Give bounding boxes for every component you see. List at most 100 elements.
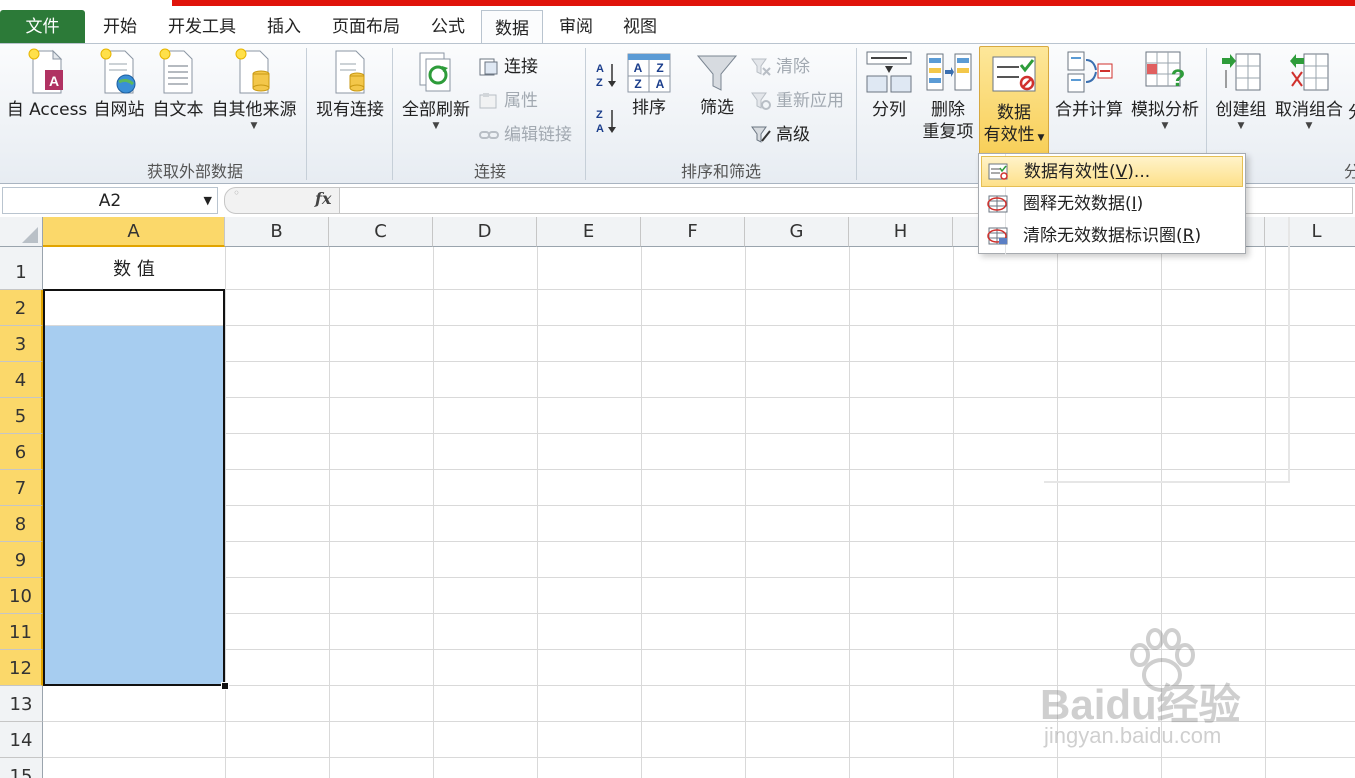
baidu-watermark: Baidu经验 jingyan.baidu.com	[1040, 628, 1340, 765]
svg-text:A: A	[596, 123, 604, 135]
sort-descending-button[interactable]: ZA	[594, 106, 618, 140]
row-header-1[interactable]: 1	[0, 247, 43, 290]
sort-ascending-button[interactable]: AZ	[594, 60, 618, 94]
menu-label-text: )...	[1127, 162, 1151, 182]
svg-text:Z: Z	[596, 109, 603, 121]
text-to-columns-button[interactable]: 分列	[862, 48, 916, 121]
from-text-button[interactable]: 自文本	[149, 48, 207, 121]
column-header-f[interactable]: F	[641, 217, 745, 247]
resize-handle-icon[interactable]: ◦	[233, 186, 240, 200]
tab-formulas[interactable]: 公式	[420, 14, 476, 42]
row-header-11[interactable]: 11	[0, 614, 43, 650]
row-header-5[interactable]: 5	[0, 398, 43, 434]
tab-home[interactable]: 开始	[92, 14, 148, 42]
filter-funnel-icon	[696, 55, 738, 91]
sort-button[interactable]: A Z Z A 排序	[622, 52, 676, 119]
text-file-icon	[159, 48, 193, 94]
tab-insert[interactable]: 插入	[256, 14, 312, 42]
row-header-13[interactable]: 13	[0, 686, 43, 722]
chevron-down-icon: ▼	[1034, 133, 1045, 143]
connections-icon	[479, 58, 498, 76]
ungroup-button[interactable]: 取消组合 ▼	[1272, 48, 1346, 131]
consolidate-button[interactable]: 合并计算	[1052, 48, 1126, 121]
svg-text:A: A	[49, 73, 59, 89]
row-header-12[interactable]: 12	[0, 650, 43, 686]
column-header-e[interactable]: E	[537, 217, 641, 247]
data-validation-label-2: 有效性	[983, 125, 1035, 145]
group-separator	[306, 48, 307, 180]
select-all-corner[interactable]	[0, 217, 43, 247]
edit-links-button: 编辑链接	[478, 124, 572, 146]
svg-text:Z: Z	[634, 77, 641, 91]
existing-connections-button[interactable]: 现有连接	[312, 48, 388, 121]
what-if-analysis-button[interactable]: ? 模拟分析 ▼	[1128, 48, 1202, 131]
row-header-15[interactable]: 15	[0, 758, 43, 778]
row-header-8[interactable]: 8	[0, 506, 43, 542]
insert-function-button[interactable]: fx	[315, 189, 331, 208]
tab-page-layout[interactable]: 页面布局	[320, 14, 412, 42]
menu-item-data-validation[interactable]: 数据有效性(V)...	[981, 156, 1243, 187]
chevron-down-icon: ▼	[1305, 121, 1313, 131]
row-header-2[interactable]: 2	[0, 290, 43, 326]
ribbon-tab-bar: 文件 开始 开发工具 插入 页面布局 公式 数据 审阅 视图	[0, 6, 1355, 47]
selection-fill	[45, 326, 223, 684]
menu-label-text: )	[1194, 226, 1202, 246]
row-header-14[interactable]: 14	[0, 722, 43, 758]
group-button[interactable]: 创建组 ▼	[1212, 48, 1270, 131]
formula-tools: ◦ fx	[224, 186, 340, 214]
gridline	[641, 247, 642, 778]
reapply-label: 重新应用	[776, 91, 844, 111]
what-if-icon: ?	[1145, 51, 1186, 92]
row-header-7[interactable]: 7	[0, 470, 43, 506]
clear-filter-button: 清除	[750, 56, 810, 78]
tab-developer[interactable]: 开发工具	[156, 14, 248, 42]
menu-item-circle-invalid-data[interactable]: 圈释无效数据(I)	[981, 189, 1243, 220]
column-header-c[interactable]: C	[329, 217, 433, 247]
group-label-connections: 连接	[473, 162, 506, 181]
column-header-b[interactable]: B	[225, 217, 329, 247]
data-validation-button[interactable]: 数据 有效性 ▼	[979, 46, 1049, 156]
menu-item-clear-validation-circles[interactable]: 清除无效数据标识圈(R)	[981, 221, 1243, 252]
column-header-g[interactable]: G	[745, 217, 849, 247]
refresh-icon	[419, 52, 451, 92]
column-header-h[interactable]: H	[849, 217, 953, 247]
from-other-sources-button[interactable]: 自其他来源 ▼	[208, 48, 300, 131]
selection-range-a2-a12[interactable]	[43, 289, 225, 686]
advanced-filter-button[interactable]: 高级	[750, 124, 810, 146]
group-label-outline-partial: 分	[1343, 162, 1355, 181]
from-access-button[interactable]: A 自 Access	[6, 48, 88, 121]
remove-duplicates-button[interactable]: 删除 重复项	[918, 48, 978, 143]
column-header-d[interactable]: D	[433, 217, 537, 247]
tab-file[interactable]: 文件	[0, 10, 85, 44]
chevron-down-icon: ▼	[1237, 121, 1245, 131]
remove-duplicates-label-2: 重复项	[922, 122, 974, 142]
chevron-down-icon[interactable]: ▼	[204, 188, 212, 214]
tab-review[interactable]: 审阅	[550, 14, 602, 42]
subtotal-partial-button[interactable]: 分	[1348, 102, 1355, 124]
svg-text:?: ?	[1171, 65, 1186, 92]
ungroup-icon	[1290, 53, 1329, 91]
svg-text:A: A	[656, 77, 665, 91]
gridline	[43, 613, 1355, 614]
name-box[interactable]: A2 ▼	[2, 187, 218, 214]
row-header-4[interactable]: 4	[0, 362, 43, 398]
column-header-a[interactable]: A	[43, 217, 225, 247]
row-header-10[interactable]: 10	[0, 578, 43, 614]
consolidate-icon	[1067, 51, 1113, 93]
gridline	[433, 247, 434, 778]
ungroup-label: 取消组合	[1275, 100, 1343, 120]
row-header-6[interactable]: 6	[0, 434, 43, 470]
refresh-all-button[interactable]: 全部刷新 ▼	[398, 50, 474, 131]
row-header-3[interactable]: 3	[0, 326, 43, 362]
group-separator	[585, 48, 586, 180]
connections-button[interactable]: 连接	[478, 56, 538, 78]
filter-button[interactable]: 筛选	[690, 52, 744, 119]
tab-data[interactable]: 数据	[481, 10, 543, 47]
row-header-9[interactable]: 9	[0, 542, 43, 578]
cell-a1[interactable]: 数 值	[43, 247, 225, 289]
menu-label-text: )	[1136, 194, 1144, 214]
tab-view[interactable]: 视图	[612, 14, 668, 42]
gridline	[849, 247, 850, 778]
fill-handle[interactable]	[221, 682, 229, 690]
from-web-button[interactable]: 自网站	[90, 48, 148, 121]
